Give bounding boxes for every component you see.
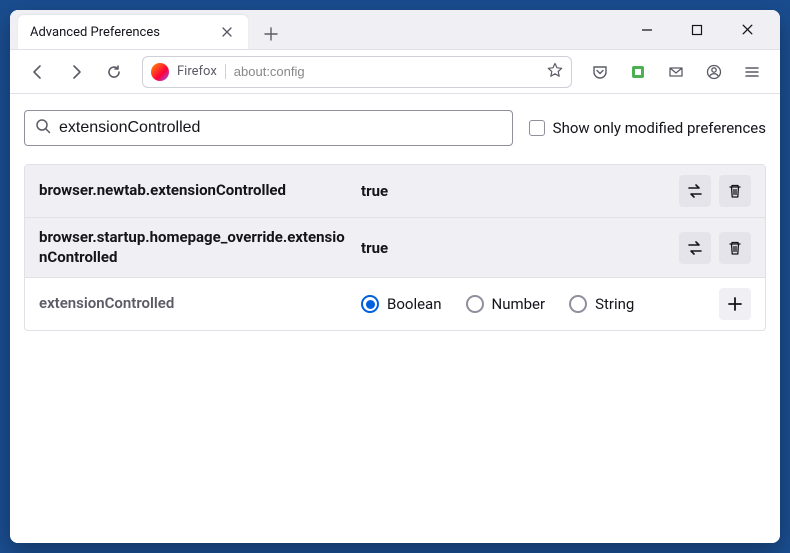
toggle-button[interactable] [679,175,711,207]
url-bar[interactable]: Firefox [142,56,572,88]
titlebar: Advanced Preferences [10,10,780,50]
new-pref-name: extensionControlled [39,294,349,314]
search-icon [35,118,51,138]
maximize-button[interactable] [676,14,718,46]
close-tab-icon[interactable] [218,23,236,41]
pref-actions [679,175,751,207]
radio-icon[interactable] [569,295,587,313]
pref-value: true [361,239,667,257]
radio-string[interactable]: String [569,295,634,313]
pocket-icon[interactable] [584,56,616,88]
delete-button[interactable] [719,232,751,264]
add-button[interactable] [719,288,751,320]
type-radio-group: Boolean Number String [361,295,707,313]
tabs-strip: Advanced Preferences [10,10,626,49]
radio-boolean[interactable]: Boolean [361,295,442,313]
pref-actions [719,288,751,320]
minimize-button[interactable] [626,14,668,46]
extension-icon[interactable] [622,56,654,88]
new-pref-row[interactable]: extensionControlled Boolean Number Strin… [25,278,765,330]
pref-name: browser.startup.homepage_override.extens… [39,228,349,267]
pref-actions [679,232,751,264]
show-modified-toggle[interactable]: Show only modified preferences [529,119,766,137]
radio-icon[interactable] [466,295,484,313]
identity-label: Firefox [177,64,226,79]
close-window-button[interactable] [726,14,768,46]
checkbox-icon[interactable] [529,120,545,136]
show-modified-label: Show only modified preferences [553,119,766,137]
radio-number[interactable]: Number [466,295,546,313]
about-config-page: Show only modified preferences browser.n… [10,94,780,543]
window-controls [626,14,780,46]
navigation-toolbar: Firefox [10,50,780,94]
delete-button[interactable] [719,175,751,207]
radio-icon[interactable] [361,295,379,313]
app-menu-button[interactable] [736,56,768,88]
radio-label: Number [492,295,546,313]
url-input[interactable] [234,64,539,79]
bookmark-star-icon[interactable] [547,62,563,82]
account-icon[interactable] [698,56,730,88]
prefs-table: browser.newtab.extensionControlled true … [24,164,766,331]
forward-button[interactable] [60,56,92,88]
config-search-row: Show only modified preferences [24,110,766,146]
reload-button[interactable] [98,56,130,88]
radio-label: String [595,295,634,313]
browser-tab[interactable]: Advanced Preferences [18,15,248,49]
pref-row[interactable]: browser.newtab.extensionControlled true [25,165,765,218]
browser-window: Advanced Preferences [10,10,780,543]
tab-title: Advanced Preferences [30,25,218,40]
radio-label: Boolean [387,295,442,313]
config-search-box[interactable] [24,110,513,146]
mail-icon[interactable] [660,56,692,88]
config-search-input[interactable] [59,119,502,137]
pref-row[interactable]: browser.startup.homepage_override.extens… [25,218,765,278]
toggle-button[interactable] [679,232,711,264]
firefox-logo-icon [151,63,169,81]
back-button[interactable] [22,56,54,88]
new-tab-button[interactable] [256,19,286,49]
pref-value: true [361,182,667,200]
pref-name: browser.newtab.extensionControlled [39,181,349,201]
